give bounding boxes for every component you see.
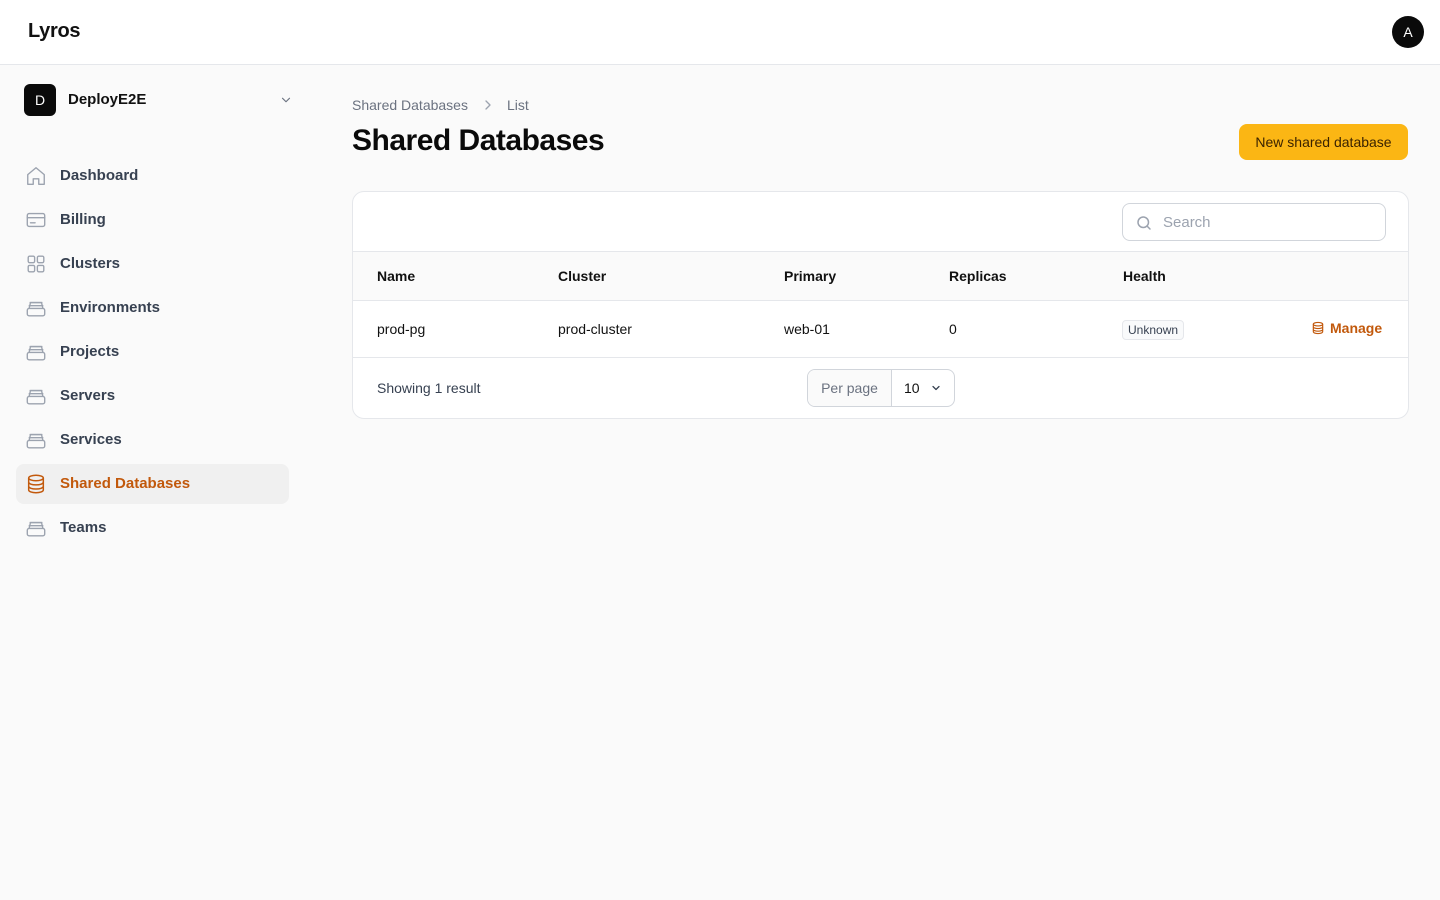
sidebar-item-label: Projects [60, 343, 120, 360]
sidebar-nav: Dashboard Billing Clusters Environments … [16, 156, 289, 552]
box-icon [26, 301, 46, 317]
tenant-switcher[interactable]: D DeployE2E [16, 81, 305, 119]
database-icon [1312, 321, 1324, 335]
column-header-cluster[interactable]: Cluster [558, 268, 606, 284]
breadcrumb-parent-link[interactable]: Shared Databases [352, 97, 468, 113]
database-icon [27, 474, 45, 494]
brand-logo[interactable]: Lyros [28, 20, 81, 43]
box-icon [26, 389, 46, 405]
manage-button[interactable]: Manage [1311, 320, 1382, 336]
manage-label: Manage [1330, 320, 1383, 336]
breadcrumb: Shared Databases List [352, 97, 529, 113]
sidebar-item-label: Services [60, 431, 122, 448]
credit-card-icon [26, 212, 46, 228]
per-page-value: 10 [904, 380, 920, 396]
column-header-name[interactable]: Name [377, 268, 415, 284]
sidebar-item-teams[interactable]: Teams [16, 508, 289, 548]
sidebar-item-servers[interactable]: Servers [16, 376, 289, 416]
table-header: Name Cluster Primary Replicas Health [353, 251, 1408, 301]
search-box [1122, 203, 1386, 241]
tenant-avatar: D [24, 84, 56, 116]
sidebar-item-label: Dashboard [60, 167, 139, 184]
databases-table-card: Name Cluster Primary Replicas Health pro… [352, 191, 1409, 419]
results-count: Showing 1 result [377, 380, 481, 396]
sidebar-item-shared-databases[interactable]: Shared Databases [16, 464, 289, 504]
sidebar-item-environments[interactable]: Environments [16, 288, 289, 328]
per-page-label: Per page [808, 370, 892, 406]
box-icon [26, 521, 46, 537]
search-input[interactable] [1163, 212, 1373, 232]
search-icon [1137, 216, 1151, 230]
status-badge: Unknown [1122, 320, 1185, 340]
cell-primary: web-01 [784, 321, 830, 337]
grid-icon [27, 255, 45, 273]
chevron-right-icon [485, 100, 491, 110]
column-header-replicas[interactable]: Replicas [949, 268, 1007, 284]
column-header-health[interactable]: Health [1123, 268, 1166, 284]
sidebar-item-projects[interactable]: Projects [16, 332, 289, 372]
sidebar-item-dashboard[interactable]: Dashboard [16, 156, 289, 196]
cell-cluster: prod-cluster [558, 321, 632, 337]
page-title: Shared Databases [352, 124, 605, 157]
sidebar-item-services[interactable]: Services [16, 420, 289, 460]
sidebar-item-clusters[interactable]: Clusters [16, 244, 289, 284]
per-page-control: Per page 10 [807, 369, 955, 407]
sidebar-item-billing[interactable]: Billing [16, 200, 289, 240]
sidebar: D DeployE2E Dashboard Billing Clusters E… [0, 65, 305, 900]
cell-name: prod-pg [377, 321, 426, 337]
sidebar-item-label: Shared Databases [60, 475, 191, 492]
cell-replicas: 0 [949, 321, 957, 337]
new-shared-database-button[interactable]: New shared database [1239, 124, 1408, 160]
box-icon [26, 345, 46, 361]
column-header-primary[interactable]: Primary [784, 268, 836, 284]
sidebar-item-label: Clusters [60, 255, 121, 272]
per-page-select[interactable]: 10 [892, 370, 954, 406]
user-avatar[interactable]: A [1392, 16, 1424, 48]
table-footer: Showing 1 result Per page 10 [353, 358, 1408, 418]
sidebar-item-label: Teams [60, 519, 107, 536]
table-row[interactable]: prod-pg prod-cluster web-01 0 Unknown Ma… [353, 301, 1408, 358]
chevron-down-icon [932, 385, 940, 391]
box-icon [26, 433, 46, 449]
chevron-down-icon [281, 97, 291, 103]
breadcrumb-current: List [506, 97, 529, 113]
sidebar-item-label: Billing [60, 211, 106, 228]
top-bar: Lyros A [0, 0, 1440, 65]
tenant-name: DeployE2E [68, 91, 147, 108]
sidebar-item-label: Environments [60, 299, 161, 316]
home-icon [27, 167, 45, 185]
sidebar-item-label: Servers [60, 387, 116, 404]
